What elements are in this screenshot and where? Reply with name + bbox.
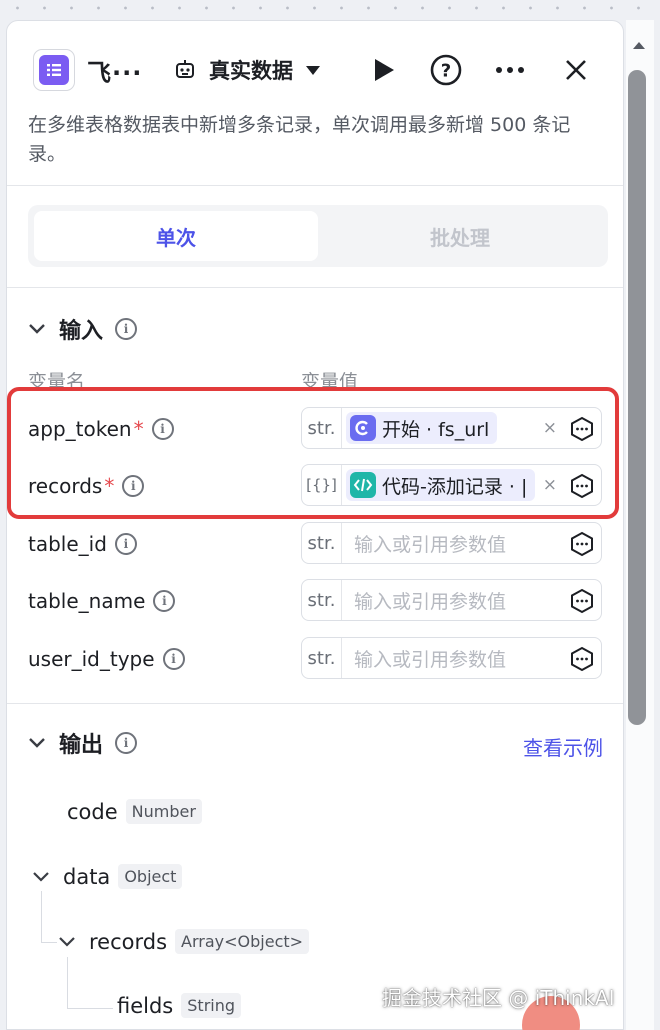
input-row-table-name: table_name i str. 输入或引用参数值 [7,579,623,627]
divider [7,287,623,288]
scrollbar-thumb[interactable] [628,70,646,725]
output-field-data[interactable]: data Object [31,864,183,889]
input-section-header[interactable]: 输入 i [27,309,138,349]
panel-header: 飞··· 真实数据 ? [7,21,623,121]
param-name: table_name [28,589,146,613]
robot-icon [176,60,194,78]
run-mode-tabs: 单次 批处理 [28,205,608,267]
caret-down-icon [306,66,320,75]
play-icon [375,59,394,81]
canvas-dot-grid [0,0,660,12]
type-badge: Array<Object> [175,929,310,954]
divider [7,185,623,186]
info-icon: i [162,648,185,670]
variable-picker-icon[interactable] [569,588,595,614]
output-field-name: code [67,799,118,824]
param-name: table_id [28,532,107,556]
info-icon: i [115,732,138,754]
param-value-placeholder: 输入或引用参数值 [354,590,507,613]
highlight-annotation [7,387,619,519]
view-example-link[interactable]: 查看示例 [523,732,603,761]
output-section-header[interactable]: 输出 i [27,723,138,763]
output-field-name: data [63,864,111,889]
info-icon: i [115,318,138,340]
help-icon: ? [430,54,462,86]
tab-single[interactable]: 单次 [34,211,318,261]
info-icon: i [114,533,137,555]
variable-picker-icon[interactable] [569,646,595,672]
output-section-title: 输出 [59,733,104,758]
node-description: 在多维表格数据表中新增多条记录，单次调用最多新增 500 条记录。 [28,114,571,165]
data-mode-selector[interactable]: 真实数据 [173,51,321,89]
run-button[interactable] [367,53,401,87]
more-icon [496,67,524,73]
more-button[interactable] [493,53,527,87]
type-badge: String [181,993,242,1018]
tree-connector [41,891,57,943]
type-tag: str. [302,523,342,563]
info-icon: i [153,590,176,612]
help-button[interactable]: ? [429,53,463,87]
chevron-down-icon [27,319,47,339]
type-tag: str. [302,638,342,678]
output-field-code: code Number [67,799,202,824]
input-section-title: 输入 [59,319,104,344]
type-badge: Object [118,864,183,889]
svg-text:?: ? [441,61,451,82]
type-tag: str. [302,580,342,620]
output-field-name: records [89,929,168,954]
close-icon [566,60,586,80]
output-field-name: fields [117,993,174,1018]
tab-batch[interactable]: 批处理 [318,211,602,261]
input-row-user-id-type: user_id_type i str. 输入或引用参数值 [7,637,623,685]
data-mode-label: 真实数据 [209,59,293,83]
output-field-records[interactable]: records Array<Object> [57,929,310,954]
param-name: user_id_type [28,647,155,671]
variable-picker-icon[interactable] [569,531,595,557]
param-value-placeholder: 输入或引用参数值 [354,533,507,556]
tree-connector [67,957,113,1009]
watermark: 掘金技术社区 @ iThinkAI [382,986,615,1010]
type-badge: Number [125,799,202,824]
output-field-fields: fields String [117,993,242,1018]
bitable-app-icon [33,49,75,91]
divider [7,703,623,704]
close-button[interactable] [559,53,593,87]
param-value-field[interactable]: str. 输入或引用参数值 [301,579,602,621]
input-row-table-id: table_id i str. 输入或引用参数值 [7,522,623,570]
chevron-down-icon [27,733,47,753]
node-title[interactable]: 飞··· [87,53,142,88]
scroll-up-arrow-icon[interactable] [632,40,646,50]
node-config-panel: 飞··· 真实数据 ? 在多维表格数据表中新增多条记录，单次调用最多新增 500… [6,20,624,1030]
param-value-placeholder: 输入或引用参数值 [354,648,507,671]
param-value-field[interactable]: str. 输入或引用参数值 [301,522,602,564]
chevron-down-icon [57,932,77,952]
param-value-field[interactable]: str. 输入或引用参数值 [301,637,602,679]
chevron-down-icon [31,867,51,887]
